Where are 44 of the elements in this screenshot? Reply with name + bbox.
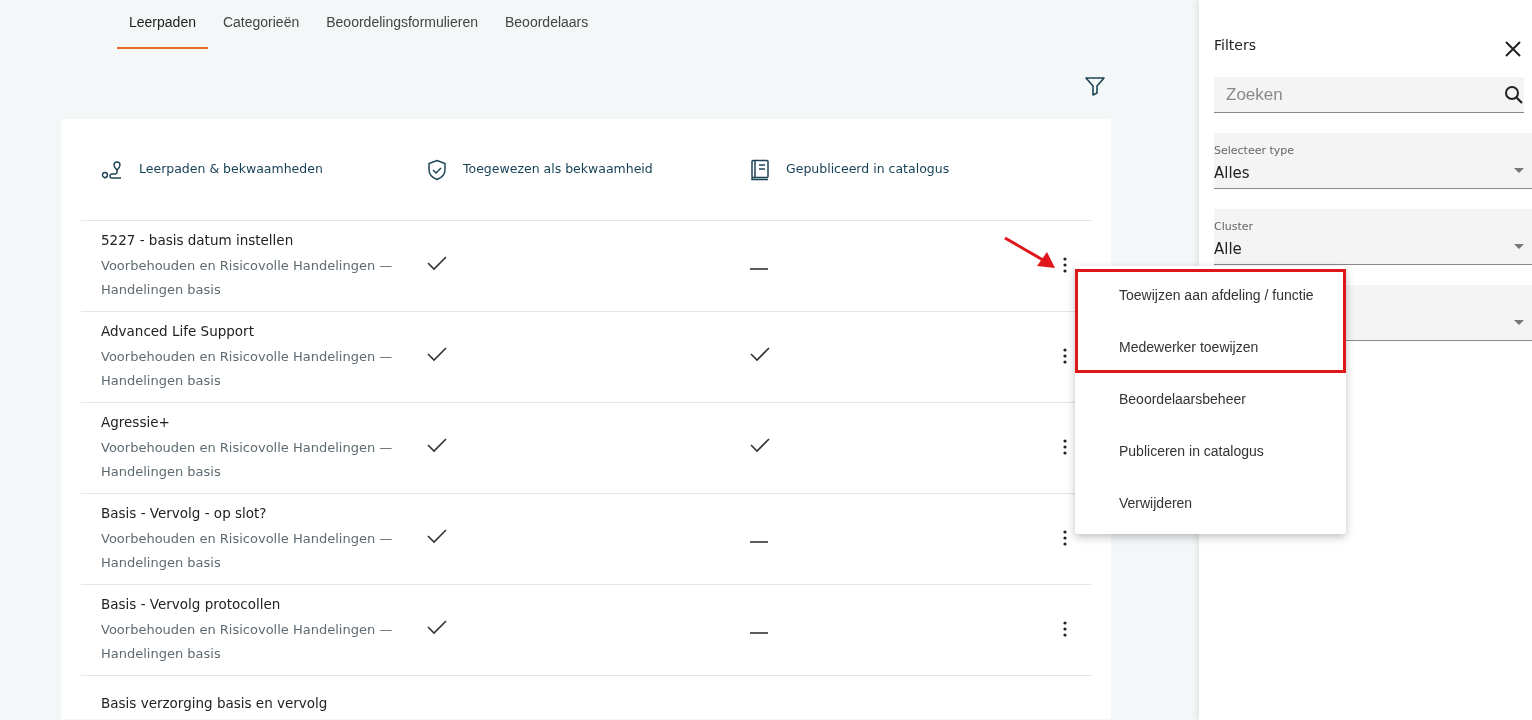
field-value: Alle [1214, 238, 1243, 260]
column-header: Leerpaden & bekwaamheden [139, 160, 323, 179]
search-icon[interactable] [1504, 85, 1524, 105]
pointer-arrow [1003, 236, 1057, 270]
shield-check-icon [427, 158, 447, 181]
dropdown-caret-icon[interactable] [1514, 168, 1524, 174]
row-title: Advanced Life Support [101, 321, 255, 341]
more-options-icon[interactable] [1061, 348, 1069, 366]
field-label: Selecteer type [1214, 143, 1296, 159]
row-title: Basis - Vervolg - op slot? [101, 503, 268, 523]
column-header: Toegewezen als bekwaamheid [463, 160, 653, 179]
more-options-icon[interactable] [1061, 621, 1069, 639]
panel-title: Filters [1214, 35, 1256, 55]
field-value: Alles [1214, 162, 1251, 184]
row-subtitle: Voorbehouden en Risicovolle Handelingen — Handelingen basis [101, 348, 394, 391]
menu-item[interactable]: Toewijzen aan afdeling / functie [1075, 269, 1346, 321]
select-field[interactable]: Cluster Alle [1214, 209, 1532, 265]
tab[interactable]: Leerpaden [117, 0, 208, 49]
menu-item[interactable]: Verwijderen [1075, 477, 1346, 529]
row-title: Basis - Vervolg protocollen [101, 594, 282, 614]
more-options-icon[interactable] [1061, 530, 1069, 548]
column-header: Gepubliceerd in catalogus [786, 160, 950, 179]
row-subtitle: Voorbehouden en Risicovolle Handelingen — Handelingen basis [101, 439, 394, 482]
select-field[interactable]: Selecteer type Alles [1214, 133, 1532, 189]
field-label: Cluster [1214, 219, 1255, 235]
more-options-icon[interactable] [1061, 257, 1069, 275]
search-field[interactable]: Zoeken [1214, 77, 1524, 113]
row-title: Basis verzorging basis en vervolg [101, 694, 329, 713]
more-options-icon[interactable] [1061, 439, 1069, 457]
row-subtitle: Voorbehouden en Risicovolle Handelingen — Handelingen basis [101, 530, 394, 573]
row-title: 5227 - basis datum instellen [101, 230, 295, 250]
menu-item[interactable]: Publiceren in catalogus [1075, 425, 1346, 477]
row-subtitle: Voorbehouden en Risicovolle Handelingen — Handelingen basis [101, 621, 394, 664]
tab[interactable]: Beoordelingsformulieren [314, 0, 490, 49]
row-title: Agressie+ [101, 412, 171, 432]
book-icon [750, 158, 770, 181]
dropdown-caret-icon[interactable] [1514, 244, 1524, 250]
tab[interactable]: Categorieën [210, 0, 312, 49]
row-subtitle: Voorbehouden en Risicovolle Handelingen — Handelingen basis [101, 257, 394, 300]
route-icon [101, 158, 123, 181]
menu-item[interactable]: Medewerker toewijzen [1075, 321, 1346, 373]
tab[interactable]: Beoordelaars [493, 0, 601, 49]
menu-item[interactable]: Beoordelaarsbeheer [1075, 373, 1346, 425]
dropdown-caret-icon[interactable] [1514, 320, 1524, 326]
